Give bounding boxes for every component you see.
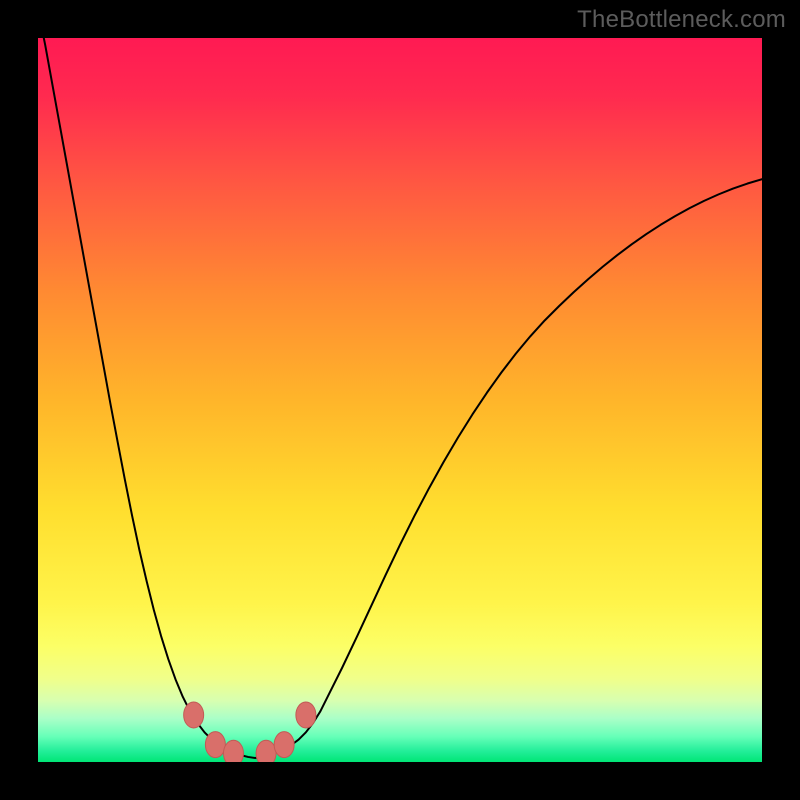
- plot-area: [38, 38, 762, 762]
- chart-frame: TheBottleneck.com: [0, 0, 800, 800]
- watermark-text: TheBottleneck.com: [577, 6, 786, 34]
- background-gradient: [38, 38, 762, 762]
